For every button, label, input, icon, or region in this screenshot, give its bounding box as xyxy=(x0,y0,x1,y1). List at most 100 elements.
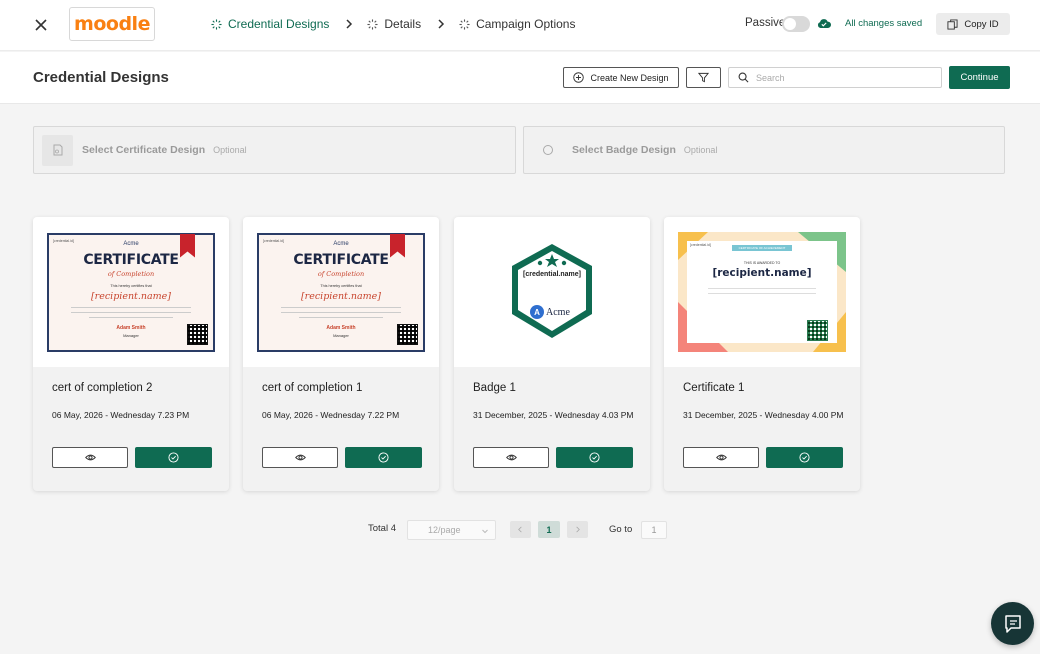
continue-button[interactable]: Continue xyxy=(949,66,1010,89)
cert-text-line xyxy=(89,316,173,318)
step-credential-designs[interactable]: Credential Designs xyxy=(211,17,329,31)
copy-id-label: Copy ID xyxy=(964,18,999,30)
close-icon[interactable] xyxy=(32,16,50,34)
chevron-right-icon xyxy=(438,19,445,29)
loading-icon xyxy=(459,18,470,30)
select-button[interactable] xyxy=(135,447,212,468)
filter-button[interactable] xyxy=(686,67,721,88)
certificate-preview: [credential.id] Acme CERTIFICATE of Comp… xyxy=(47,232,215,352)
step-details[interactable]: Details xyxy=(367,17,421,31)
preview-button[interactable] xyxy=(683,447,759,468)
cert-hereby: This hereby certifies that xyxy=(110,283,152,288)
select-button[interactable] xyxy=(345,447,422,468)
cert-recipient: [recipient.name] xyxy=(712,267,812,279)
prev-page-button[interactable] xyxy=(510,521,531,538)
check-circle-icon xyxy=(589,452,600,463)
design-thumbnail[interactable]: [credential.id] CERTIFICATE OF ACHIEVEME… xyxy=(664,217,860,367)
qr-code-icon xyxy=(187,323,208,345)
step-label: Campaign Options xyxy=(476,17,576,31)
create-label: Create New Design xyxy=(590,72,669,83)
eye-icon xyxy=(294,454,306,461)
card-title: cert of completion 2 xyxy=(52,382,153,394)
chevron-right-icon xyxy=(346,19,353,29)
search-field[interactable] xyxy=(728,67,942,88)
create-new-design-button[interactable]: Create New Design xyxy=(563,67,679,88)
cloud-check-icon xyxy=(817,19,831,28)
qr-code-icon xyxy=(807,320,828,341)
goto-input[interactable]: 1 xyxy=(641,521,667,539)
search-input[interactable] xyxy=(756,72,936,83)
eye-icon xyxy=(715,454,727,461)
card-date: 31 December, 2025 - Wednesday 4.00 PM xyxy=(683,410,844,420)
goto-label: Go to xyxy=(609,524,633,535)
design-card: [credential.id] Acme CERTIFICATE of Comp… xyxy=(33,217,229,491)
cert-banner: CERTIFICATE OF ACHIEVEMENT xyxy=(732,245,792,251)
cert-body-text xyxy=(708,288,816,294)
top-bar: moodle Credential Designs Details Campai… xyxy=(0,0,1040,51)
cert-recipient: [recipient.name] xyxy=(90,290,172,302)
filter-icon xyxy=(698,72,709,83)
design-card: [credential.id] Acme CERTIFICATE of Comp… xyxy=(243,217,439,491)
badge-preview: [credential.name] A Acme xyxy=(512,244,592,338)
chevron-right-icon xyxy=(576,526,580,533)
cert-title: CERTIFICATE xyxy=(83,251,179,268)
cert-org: Acme xyxy=(333,240,349,247)
design-card: [credential.id] CERTIFICATE OF ACHIEVEME… xyxy=(664,217,860,491)
next-page-button[interactable] xyxy=(567,521,588,538)
page-number[interactable]: 1 xyxy=(538,521,560,538)
design-thumbnail[interactable]: [credential.id] Acme CERTIFICATE of Comp… xyxy=(33,217,229,367)
page-header: Credential Designs Create New Design Con… xyxy=(0,52,1040,104)
page-title: Credential Designs xyxy=(33,69,169,86)
copy-icon xyxy=(947,18,958,30)
eye-icon xyxy=(505,454,517,461)
page-size-value: 12/page xyxy=(428,525,461,535)
cert-org: Acme xyxy=(123,240,139,247)
total-count: Total 4 xyxy=(368,523,396,534)
loading-icon xyxy=(367,18,378,30)
select-certificate-design[interactable]: Select Certificate Design Optional xyxy=(33,126,516,174)
cert-subtitle: of Completion xyxy=(317,269,365,278)
preview-button[interactable] xyxy=(262,447,338,468)
logo-text: moodle xyxy=(74,13,150,35)
badge-org: Acme xyxy=(546,307,570,318)
design-thumbnail[interactable]: [credential.name] A Acme xyxy=(454,217,650,367)
passive-label: Passive xyxy=(745,17,786,29)
badge-name: [credential.name] xyxy=(523,271,581,278)
eye-icon xyxy=(84,454,96,461)
design-thumbnail[interactable]: [credential.id] Acme CERTIFICATE of Comp… xyxy=(243,217,439,367)
select-button[interactable] xyxy=(556,447,633,468)
plus-circle-icon xyxy=(573,72,585,83)
slot-label: Select Badge Design xyxy=(572,144,676,156)
check-circle-icon xyxy=(168,452,179,463)
search-icon xyxy=(738,72,749,83)
select-button[interactable] xyxy=(766,447,843,468)
card-date: 31 December, 2025 - Wednesday 4.03 PM xyxy=(473,410,634,420)
copy-id-button[interactable]: Copy ID xyxy=(936,13,1010,35)
cert-award: THIS IS AWARDED TO xyxy=(743,261,781,265)
design-card: [credential.name] A Acme Badge 1 31 Dece… xyxy=(454,217,650,491)
loading-icon xyxy=(211,18,222,30)
preview-button[interactable] xyxy=(473,447,549,468)
step-label: Details xyxy=(384,17,422,31)
cert-title: CERTIFICATE xyxy=(293,251,389,268)
slot-optional: Optional xyxy=(213,145,247,155)
chevron-down-icon xyxy=(482,529,488,534)
chevron-left-icon xyxy=(518,526,522,533)
page-size-select[interactable]: 12/page xyxy=(407,520,496,540)
preview-button[interactable] xyxy=(52,447,128,468)
moodle-logo: moodle xyxy=(69,7,155,41)
passive-toggle[interactable] xyxy=(782,16,810,32)
cert-text-line xyxy=(281,306,401,308)
step-campaign-options[interactable]: Campaign Options xyxy=(459,17,575,31)
slot-label: Select Certificate Design xyxy=(82,144,206,156)
chat-icon xyxy=(1004,614,1021,633)
chat-button[interactable] xyxy=(991,602,1034,645)
select-badge-design[interactable]: Select Badge Design Optional xyxy=(523,126,1005,174)
card-title: cert of completion 1 xyxy=(262,382,363,394)
cert-text-line xyxy=(281,311,401,313)
cert-hereby: This hereby certifies that xyxy=(320,283,362,288)
card-date: 06 May, 2026 - Wednesday 7.23 PM xyxy=(52,410,190,420)
cert-text-line xyxy=(71,306,191,308)
card-date: 06 May, 2026 - Wednesday 7.22 PM xyxy=(262,410,400,420)
cert-subtitle: of Completion xyxy=(107,269,155,278)
